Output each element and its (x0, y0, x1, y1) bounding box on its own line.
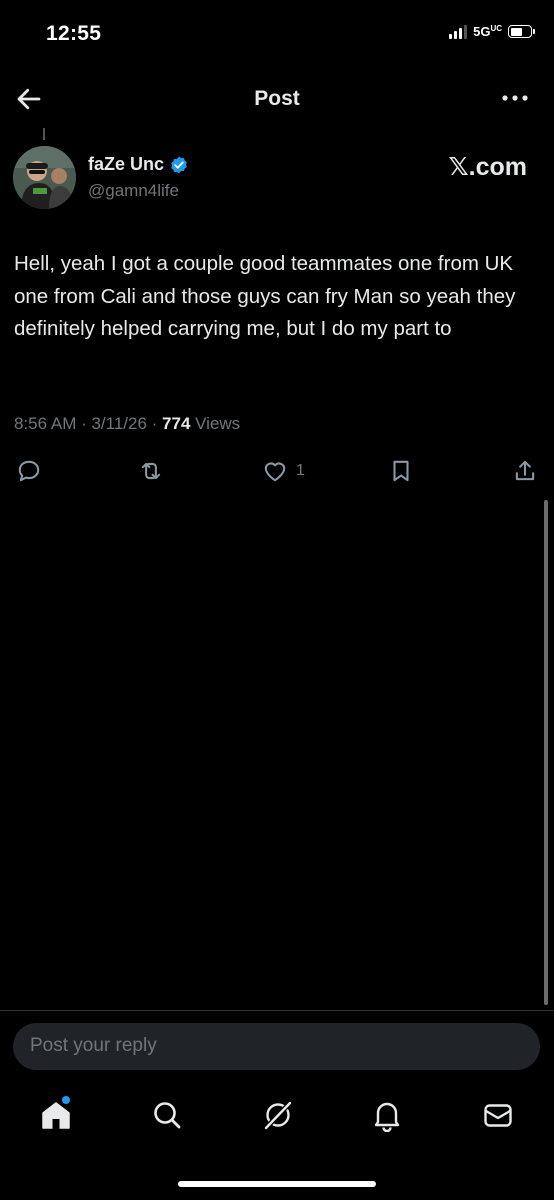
heart-icon (264, 462, 286, 482)
share-button[interactable] (512, 458, 538, 484)
top-app-bar: Post (0, 72, 554, 126)
more-horizontal-icon[interactable] (500, 86, 530, 110)
author-name: faZe Unc (88, 154, 165, 174)
like-count: 1 (296, 462, 305, 479)
nav-home[interactable] (39, 1096, 73, 1132)
divider (0, 1010, 554, 1011)
views-count[interactable]: 774 (162, 414, 190, 433)
grok-icon (263, 1100, 293, 1131)
views-label: Views (190, 414, 241, 433)
like-button[interactable]: 1 (262, 458, 305, 484)
reply-button[interactable] (16, 458, 42, 484)
reply-box[interactable] (13, 1023, 540, 1070)
author-handle[interactable]: @gamn4life (88, 181, 179, 201)
reply-input[interactable] (30, 1035, 520, 1057)
status-indicators: 5GUC (449, 24, 535, 39)
avatar-photo (13, 146, 76, 209)
scrollbar[interactable] (544, 500, 548, 1005)
bottom-nav (0, 1092, 554, 1142)
post-meta: 8:56 AM · 3/11/26 · 774 Views (14, 414, 240, 434)
thread-connector (43, 128, 45, 140)
avatar[interactable] (13, 146, 76, 209)
nav-search[interactable] (150, 1098, 184, 1132)
reply-icon (18, 460, 40, 482)
nav-notifications[interactable] (370, 1098, 404, 1133)
battery-icon (508, 25, 535, 38)
network-type: 5GUC (473, 24, 502, 39)
post-timestamp[interactable]: 8:56 AM · 3/11/26 · (14, 414, 162, 433)
search-icon (154, 1102, 181, 1129)
cellular-signal-icon (449, 24, 468, 39)
status-bar: 12:55 5GUC (0, 0, 554, 66)
mail-icon (484, 1104, 512, 1127)
source-badge: 𝕏.com (448, 153, 528, 181)
bell-icon (374, 1102, 400, 1133)
bookmark-button[interactable] (388, 458, 414, 484)
share-icon (515, 460, 535, 481)
author-name-row[interactable]: faZe Unc (88, 154, 189, 175)
repost-icon (141, 462, 161, 480)
page-title: Post (254, 87, 300, 110)
verified-badge-icon (171, 156, 187, 173)
repost-button[interactable] (138, 458, 164, 484)
status-time: 12:55 (46, 22, 102, 45)
post-text: Hell, yeah I got a couple good teammates… (14, 252, 516, 340)
post-actions: 1 (0, 458, 554, 490)
bookmark-icon (393, 460, 409, 482)
home-indicator[interactable] (178, 1181, 376, 1187)
nav-messages[interactable] (481, 1098, 515, 1132)
nav-grok[interactable] (261, 1098, 295, 1132)
notification-dot (62, 1096, 70, 1104)
